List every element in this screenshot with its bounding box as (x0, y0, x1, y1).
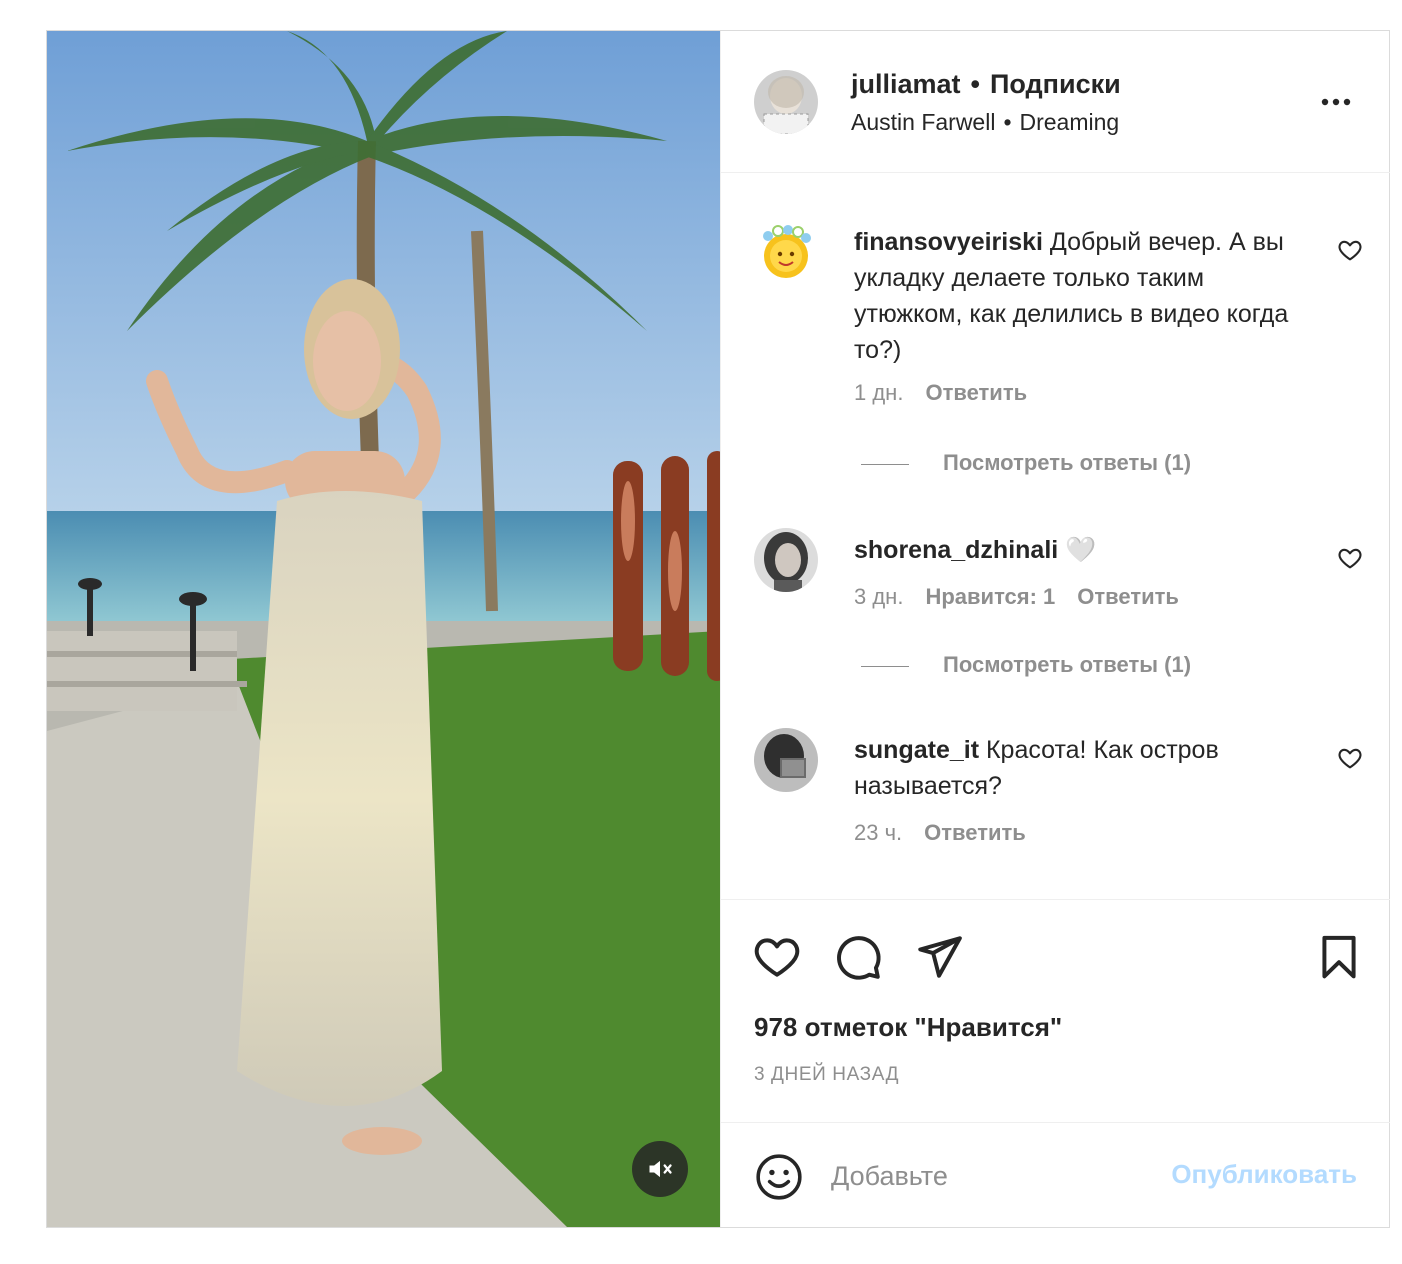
post-dialog: julliamat • Подписки Austin Farwell • Dreami… (46, 30, 1390, 1228)
comment-time: 3 дн. (854, 584, 904, 609)
publish-button[interactable]: Опубликовать (1157, 1159, 1357, 1190)
replies-divider (861, 463, 909, 465)
reply-button[interactable]: Ответить (924, 820, 1026, 845)
more-horizontal-icon (1321, 98, 1351, 106)
comment-meta: 3 дн. Нравится: 1 Ответить (854, 584, 1201, 610)
comment-like-heart-icon[interactable] (1336, 544, 1364, 572)
view-replies-label: Посмотреть ответы (1) (943, 652, 1192, 677)
view-replies-button[interactable]: Посмотреть ответы (1) (861, 450, 1191, 476)
post-actions: 978 отметок "Нравится" 3 ДНЕЙ НАЗАД (721, 899, 1390, 1123)
audio-artist[interactable]: Austin Farwell (851, 109, 995, 135)
bookmark-icon[interactable] (1314, 932, 1364, 982)
commenter-avatar[interactable] (754, 528, 818, 592)
speaker-muted-icon (649, 1160, 672, 1178)
comment-input[interactable] (831, 1153, 1131, 1199)
comment-time: 23 ч. (854, 820, 903, 845)
post-header: julliamat • Подписки Austin Farwell • Dreami… (721, 31, 1390, 173)
commenter-username[interactable]: finansovyeiriski (854, 228, 1043, 256)
author-username[interactable]: julliamat (851, 69, 961, 99)
separator-dot: • (970, 69, 980, 99)
reply-button[interactable]: Ответить (925, 380, 1027, 405)
replies-divider (861, 665, 909, 667)
share-icon[interactable] (914, 932, 964, 982)
audio-track[interactable]: Dreaming (1020, 109, 1120, 135)
author-avatar[interactable] (754, 70, 818, 134)
comment-text: finansovyeiriski Добрый вечер. А вы укла… (854, 224, 1306, 368)
view-replies-label: Посмотреть ответы (1) (943, 450, 1192, 475)
more-options-button[interactable] (1316, 87, 1356, 117)
comment-text: shorena_dzhinali 🤍 (854, 532, 1306, 568)
commenter-avatar[interactable] (754, 728, 818, 792)
comment-time: 1 дн. (854, 380, 904, 405)
comment-meta: 23 ч. Ответить (854, 820, 1048, 846)
likes-count[interactable]: 978 отметок "Нравится" (754, 1012, 1062, 1043)
comment-icon[interactable] (833, 932, 883, 982)
comment-likes-count[interactable]: Нравится: 1 (925, 584, 1055, 609)
comment-meta: 1 дн. Ответить (854, 380, 1049, 406)
header-title: julliamat • Подписки (851, 69, 1121, 100)
audio-info: Austin Farwell • Dreaming (851, 109, 1119, 136)
commenter-avatar[interactable] (754, 220, 818, 284)
comments-list: finansovyeiriski Добрый вечер. А вы укла… (721, 173, 1390, 899)
add-comment-bar: Опубликовать (721, 1123, 1390, 1227)
heart-icon[interactable] (752, 932, 802, 982)
post-side-panel: julliamat • Подписки Austin Farwell • Dreami… (720, 31, 1390, 1227)
emoji-icon[interactable] (754, 1152, 804, 1202)
commenter-username[interactable]: shorena_dzhinali (854, 536, 1058, 564)
mute-button[interactable] (632, 1141, 688, 1197)
comment-like-heart-icon[interactable] (1336, 744, 1364, 772)
post-video[interactable] (47, 31, 720, 1227)
view-replies-button[interactable]: Посмотреть ответы (1) (861, 652, 1191, 678)
reply-button[interactable]: Ответить (1077, 584, 1179, 609)
commenter-username[interactable]: sungate_it (854, 736, 979, 764)
post-date: 3 ДНЕЙ НАЗАД (754, 1064, 900, 1085)
video-frame (47, 31, 720, 1227)
following-button[interactable]: Подписки (990, 69, 1121, 99)
comment-like-heart-icon[interactable] (1336, 236, 1364, 264)
comment-text: sungate_it Красота! Как остров называетс… (854, 732, 1306, 804)
comment-body: 🤍 (1058, 536, 1097, 564)
separator-dot: • (1003, 109, 1012, 135)
